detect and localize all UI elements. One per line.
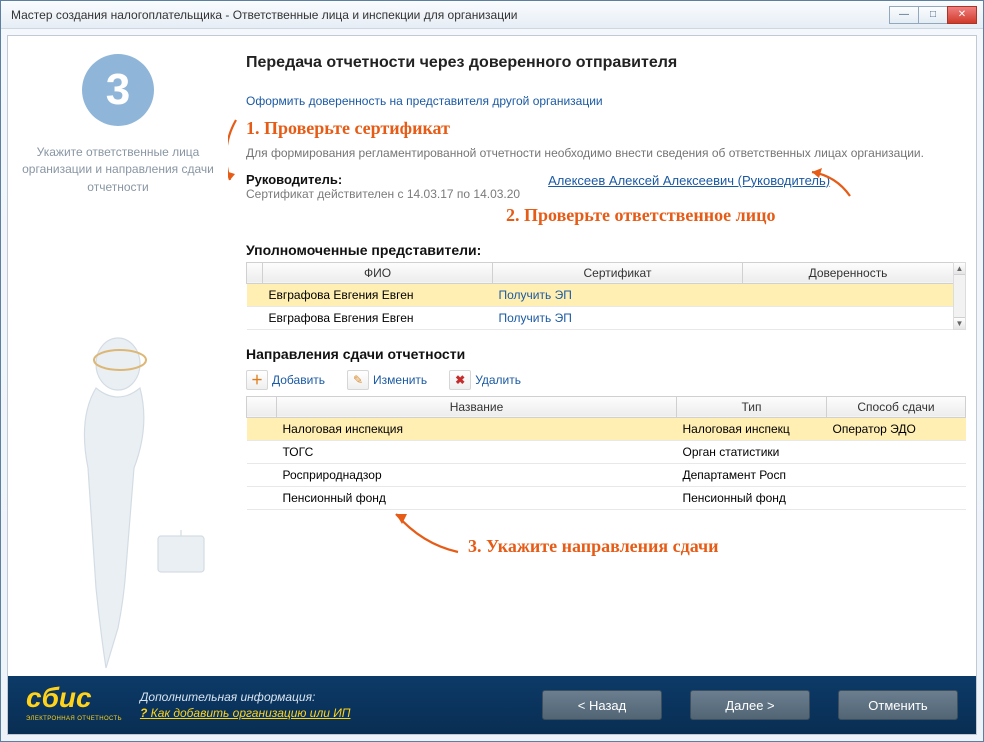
scroll-up-icon[interactable]: ▲: [954, 263, 965, 275]
table-row[interactable]: Налоговая инспекцияНалоговая инспекцОпер…: [247, 417, 966, 440]
logo: сбис ЭЛЕКТРОННАЯ ОТЧЕТНОСТЬ: [26, 687, 122, 723]
edit-button[interactable]: ✎ Изменить: [347, 370, 427, 390]
dirs-heading: Направления сдачи отчетности: [246, 346, 954, 362]
table-row[interactable]: Пенсионный фондПенсионный фонд: [247, 486, 966, 509]
get-cert-link[interactable]: Получить ЭП: [499, 288, 572, 302]
manager-person-link[interactable]: Алексеев Алексей Алексеевич (Руководител…: [548, 173, 830, 188]
rep-fio: Евграфова Евгения Евген: [263, 283, 493, 306]
step-number-badge: 3: [82, 54, 154, 126]
dirs-col-type[interactable]: Тип: [677, 396, 827, 417]
cancel-button[interactable]: Отменить: [838, 690, 958, 720]
pencil-icon: ✎: [347, 370, 369, 390]
cross-icon: ✖: [449, 370, 471, 390]
footer-info: Дополнительная информация: Как добавить …: [140, 689, 514, 721]
certificate-validity: Сертификат действителен с 14.03.17 по 14…: [246, 187, 520, 201]
reps-col-poa[interactable]: Доверенность: [743, 262, 954, 283]
dirs-col-marker[interactable]: [247, 396, 277, 417]
manager-label: Руководитель:: [246, 172, 520, 187]
table-row[interactable]: Евграфова Евгения Евген Получить ЭП: [247, 306, 954, 329]
info-text: Для формирования регламентированной отче…: [246, 145, 954, 162]
dirs-table: Название Тип Способ сдачи Налоговая инсп…: [246, 396, 966, 510]
minimize-button[interactable]: —: [889, 6, 919, 24]
table-row[interactable]: ТОГСОрган статистики: [247, 440, 966, 463]
reps-scrollbar[interactable]: ▲ ▼: [953, 262, 966, 330]
plus-icon: ＋: [246, 370, 268, 390]
dirs-col-method[interactable]: Способ сдачи: [827, 396, 966, 417]
create-poa-link[interactable]: Оформить доверенность на представителя д…: [246, 94, 603, 108]
wizard-body: 3 Укажите ответственные лица организации…: [7, 35, 977, 735]
dirs-toolbar: ＋ Добавить ✎ Изменить ✖ Удалить: [246, 370, 954, 390]
dirs-col-name[interactable]: Название: [277, 396, 677, 417]
delete-button[interactable]: ✖ Удалить: [449, 370, 521, 390]
reps-table: ФИО Сертификат Доверенность Евграфова Ев…: [246, 262, 954, 330]
table-row[interactable]: РосприроднадзорДепартамент Росп: [247, 463, 966, 486]
app-window: Мастер создания налогоплательщика - Отве…: [0, 0, 984, 742]
add-button[interactable]: ＋ Добавить: [246, 370, 325, 390]
close-button[interactable]: ✕: [947, 6, 977, 24]
maximize-button[interactable]: □: [918, 6, 948, 24]
wizard-footer: сбис ЭЛЕКТРОННАЯ ОТЧЕТНОСТЬ Дополнительн…: [8, 676, 976, 734]
annotation-2: 2. Проверьте ответственное лицо: [506, 205, 954, 226]
reps-heading: Уполномоченные представители:: [246, 242, 954, 258]
back-button[interactable]: < Назад: [542, 690, 662, 720]
wizard-sidebar: 3 Укажите ответственные лица организации…: [8, 36, 228, 676]
decorative-figure: [18, 316, 218, 676]
titlebar: Мастер создания налогоплательщика - Отве…: [1, 1, 983, 29]
wizard-main: Передача отчетности через доверенного от…: [228, 36, 976, 676]
rep-fio: Евграфова Евгения Евген: [263, 306, 493, 329]
annotation-1: 1. Проверьте сертификат: [246, 118, 954, 139]
help-link[interactable]: Как добавить организацию или ИП: [140, 706, 351, 720]
reps-col-marker[interactable]: [247, 262, 263, 283]
reps-col-cert[interactable]: Сертификат: [493, 262, 743, 283]
step-hint: Укажите ответственные лица организации и…: [20, 144, 216, 196]
window-title: Мастер создания налогоплательщика - Отве…: [7, 8, 890, 22]
scroll-down-icon[interactable]: ▼: [954, 317, 965, 329]
next-button[interactable]: Далее >: [690, 690, 810, 720]
get-cert-link[interactable]: Получить ЭП: [499, 311, 572, 325]
table-row[interactable]: Евграфова Евгения Евген Получить ЭП: [247, 283, 954, 306]
annotation-3: 3. Укажите направления сдачи: [468, 536, 719, 557]
reps-col-fio[interactable]: ФИО: [263, 262, 493, 283]
page-title: Передача отчетности через доверенного от…: [246, 54, 954, 72]
